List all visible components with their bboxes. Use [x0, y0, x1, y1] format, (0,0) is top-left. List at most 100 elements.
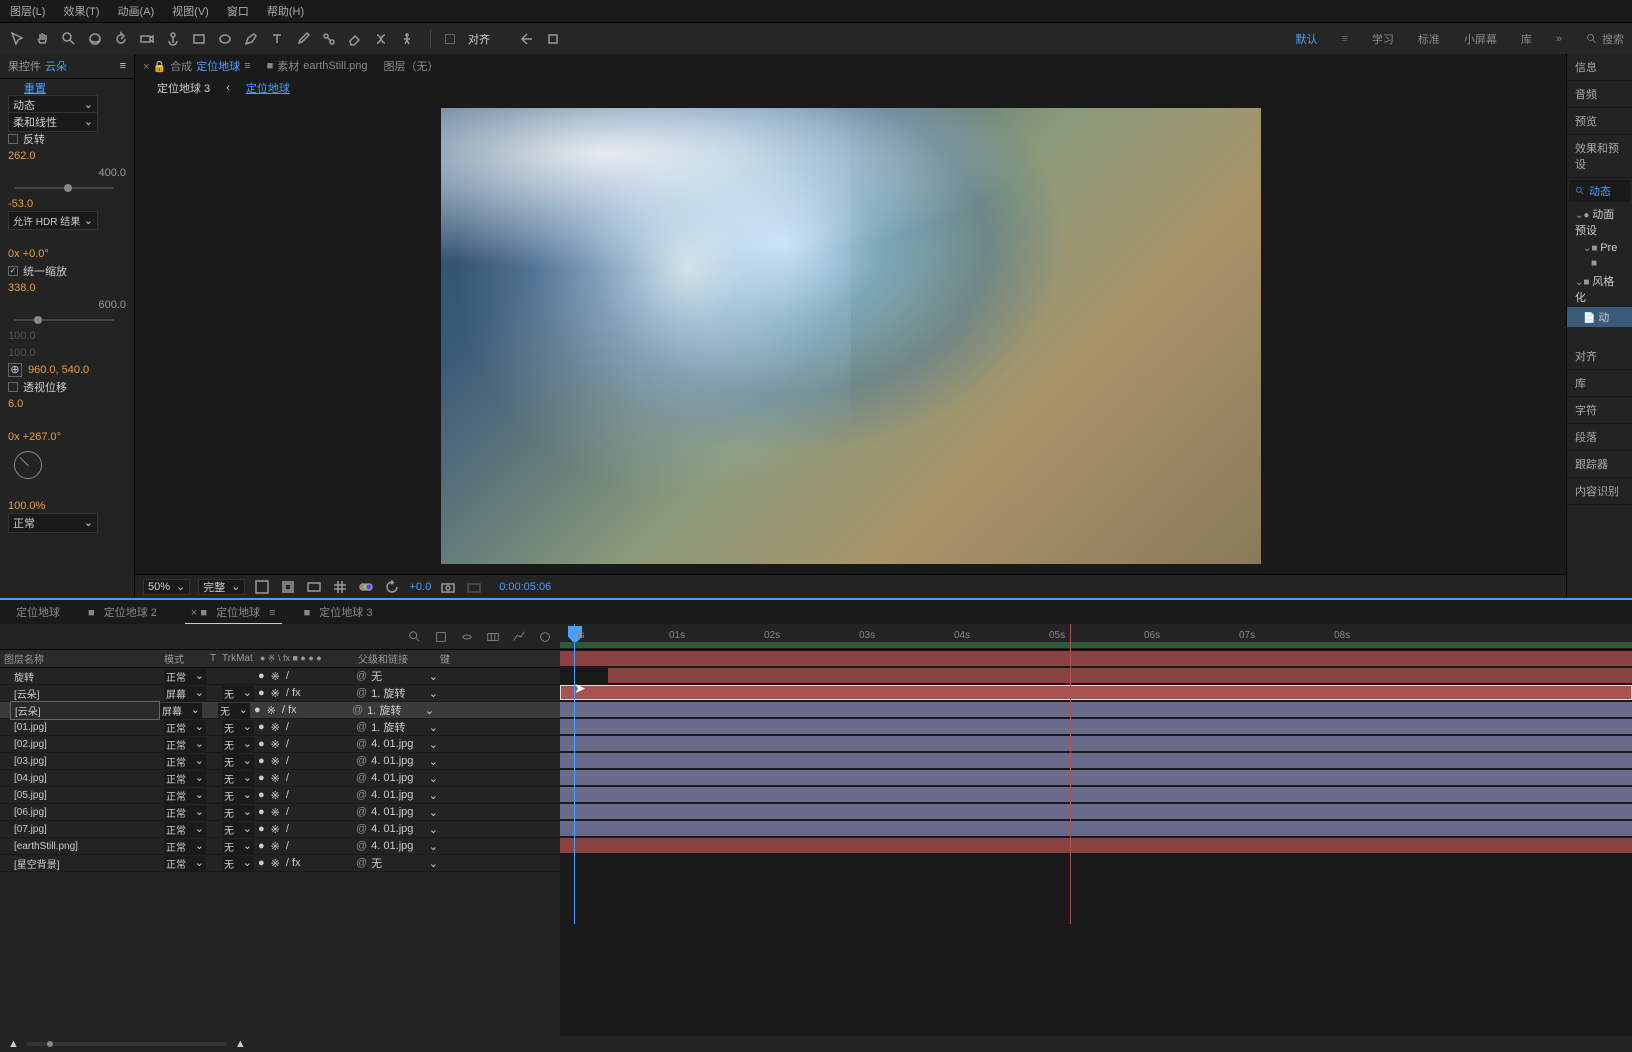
panel-library[interactable]: 库: [1567, 370, 1632, 397]
comp-tab-2[interactable]: ■ 素材 earthStill.png: [267, 58, 368, 74]
zoom-dropdown[interactable]: 50%⌄: [143, 579, 190, 595]
track-row[interactable]: [560, 684, 1632, 701]
layer-row-3[interactable]: [01.jpg] 正常⌄ 无⌄ ●※/ @1. 旋转⌄: [0, 719, 560, 736]
region-icon[interactable]: [305, 578, 323, 596]
workspace-standard[interactable]: 标准: [1418, 31, 1440, 47]
layer-trkmat-dropdown[interactable]: 无⌄: [222, 788, 254, 803]
layer-trkmat-dropdown[interactable]: 无⌄: [222, 839, 254, 854]
zoom-in-icon[interactable]: ▲: [235, 1038, 246, 1050]
layer-mode-dropdown[interactable]: 正常⌄: [164, 856, 206, 871]
layer-trkmat-dropdown[interactable]: 无⌄: [222, 737, 254, 752]
workspace-default[interactable]: 默认: [1295, 31, 1317, 47]
value-2[interactable]: -53.0: [8, 198, 33, 210]
selection-tool-icon[interactable]: [8, 30, 26, 48]
pen-tool-icon[interactable]: [242, 30, 260, 48]
panel-effects[interactable]: 效果和预设: [1567, 135, 1632, 178]
layer-mode-dropdown[interactable]: 正常⌄: [164, 822, 206, 837]
layer-trkmat-dropdown[interactable]: 无⌄: [218, 703, 250, 718]
effects-tree-item-2b[interactable]: ■: [1567, 256, 1632, 271]
layer-trkmat-dropdown[interactable]: 无⌄: [222, 754, 254, 769]
transparency-icon[interactable]: [253, 578, 271, 596]
layer-bar[interactable]: [560, 770, 1632, 785]
eraser-tool-icon[interactable]: [346, 30, 364, 48]
layer-mode-dropdown[interactable]: 正常⌄: [164, 788, 206, 803]
zoom-out-icon[interactable]: ▲: [8, 1038, 19, 1050]
layer-mode-dropdown[interactable]: 屏幕⌄: [160, 703, 202, 718]
layer-row-5[interactable]: [03.jpg] 正常⌄ 无⌄ ●※/ @4. 01.jpg⌄: [0, 753, 560, 770]
layer-name[interactable]: [06.jpg]: [4, 807, 164, 818]
effect-controls-tab[interactable]: 果控件 云朵 ≡: [0, 54, 134, 79]
menu-view[interactable]: 视图(V): [172, 3, 209, 19]
rect-tool-icon[interactable]: [190, 30, 208, 48]
zoom-tool-icon[interactable]: [60, 30, 78, 48]
scale-value[interactable]: 338.0: [8, 282, 36, 294]
layer-bar[interactable]: [560, 702, 1632, 717]
line-type-dropdown[interactable]: 柔和线性⌄: [8, 112, 98, 132]
brush-tool-icon[interactable]: [294, 30, 312, 48]
track-row[interactable]: [560, 701, 1632, 718]
layer-row-11[interactable]: [星空背景] 正常⌄ 无⌄ ●※/ fx @无⌄: [0, 855, 560, 872]
panel-preview[interactable]: 预览: [1567, 108, 1632, 135]
layer-trkmat-dropdown[interactable]: 无⌄: [222, 686, 254, 701]
timeline-tab-1[interactable]: 定位地球: [10, 601, 66, 623]
value-1[interactable]: 262.0: [8, 150, 36, 162]
layer-parent-dropdown[interactable]: @4. 01.jpg⌄: [356, 823, 438, 836]
position-target-icon[interactable]: ⊕: [8, 363, 22, 377]
layer-row-6[interactable]: [04.jpg] 正常⌄ 无⌄ ●※/ @4. 01.jpg⌄: [0, 770, 560, 787]
layer-parent-dropdown[interactable]: @无⌄: [356, 855, 438, 871]
effects-tree-item-2[interactable]: ⌄■ Pre: [1567, 240, 1632, 256]
panel-tracker[interactable]: 跟踪器: [1567, 451, 1632, 478]
track-row[interactable]: [560, 718, 1632, 735]
roto-tool-icon[interactable]: [372, 30, 390, 48]
menu-effect[interactable]: 效果(T): [63, 3, 99, 19]
reset-link[interactable]: 重置: [24, 80, 46, 96]
layer-mode-dropdown[interactable]: 正常⌄: [164, 754, 206, 769]
layer-switches[interactable]: ●※/ fx: [258, 857, 356, 870]
snap-option2-icon[interactable]: [544, 30, 562, 48]
invert-checkbox[interactable]: [8, 134, 18, 144]
layer-bar[interactable]: [560, 685, 1632, 700]
layer-parent-dropdown[interactable]: @无⌄: [356, 668, 438, 684]
slider-1[interactable]: .slider::after{left:var(--pos,20%)}: [14, 187, 114, 189]
ellipse-tool-icon[interactable]: [216, 30, 234, 48]
layer-parent-dropdown[interactable]: @4. 01.jpg⌄: [356, 840, 438, 853]
layer-row-8[interactable]: [06.jpg] 正常⌄ 无⌄ ●※/ @4. 01.jpg⌄: [0, 804, 560, 821]
layer-switches[interactable]: ●※/: [258, 738, 356, 751]
menu-help[interactable]: 帮助(H): [267, 3, 304, 19]
timeline-tab-4[interactable]: ■ 定位地球 3: [298, 601, 385, 623]
layer-row-7[interactable]: [05.jpg] 正常⌄ 无⌄ ●※/ @4. 01.jpg⌄: [0, 787, 560, 804]
panel-content-aware[interactable]: 内容识别: [1567, 478, 1632, 505]
layer-parent-dropdown[interactable]: @4. 01.jpg⌄: [356, 738, 438, 751]
track-row[interactable]: [560, 786, 1632, 803]
layer-bar[interactable]: [560, 719, 1632, 734]
timecode-display[interactable]: 0:00:05:06: [499, 581, 551, 593]
layer-switches[interactable]: ●※/: [258, 772, 356, 785]
layer-mode-dropdown[interactable]: 正常⌄: [164, 720, 206, 735]
orbit-tool-icon[interactable]: [86, 30, 104, 48]
layer-name[interactable]: [05.jpg]: [4, 790, 164, 801]
timeline-tracks[interactable]: 0s01s02s03s04s05s06s07s08s ➤: [560, 624, 1632, 1036]
layer-row-9[interactable]: [07.jpg] 正常⌄ 无⌄ ●※/ @4. 01.jpg⌄: [0, 821, 560, 838]
layer-parent-dropdown[interactable]: @4. 01.jpg⌄: [356, 772, 438, 785]
track-row[interactable]: [560, 820, 1632, 837]
breadcrumb-prev[interactable]: 定位地球 3: [157, 80, 210, 96]
panel-info[interactable]: 信息: [1567, 54, 1632, 81]
workspace-more[interactable]: »: [1556, 33, 1562, 45]
tl-graph-icon[interactable]: [512, 630, 526, 644]
tl-search-icon[interactable]: [408, 630, 422, 644]
layer-mode-dropdown[interactable]: 正常⌄: [164, 839, 206, 854]
layer-bar[interactable]: [560, 821, 1632, 836]
layer-switches[interactable]: ●※/ fx: [254, 704, 352, 717]
track-row[interactable]: [560, 752, 1632, 769]
position-value[interactable]: 960.0, 540.0: [28, 364, 89, 376]
show-snapshot-icon[interactable]: [465, 578, 483, 596]
layer-name[interactable]: [01.jpg]: [4, 722, 164, 733]
layer-switches[interactable]: ●※/: [258, 806, 356, 819]
track-row[interactable]: [560, 735, 1632, 752]
track-row[interactable]: [560, 667, 1632, 684]
quality-dropdown[interactable]: 完整⌄: [198, 579, 245, 595]
layer-trkmat-dropdown[interactable]: 无⌄: [222, 805, 254, 820]
effects-tree-item-3[interactable]: ⌄■ 风格化: [1567, 271, 1632, 307]
channel-icon[interactable]: [357, 578, 375, 596]
layer-name[interactable]: [云朵]: [10, 701, 160, 720]
